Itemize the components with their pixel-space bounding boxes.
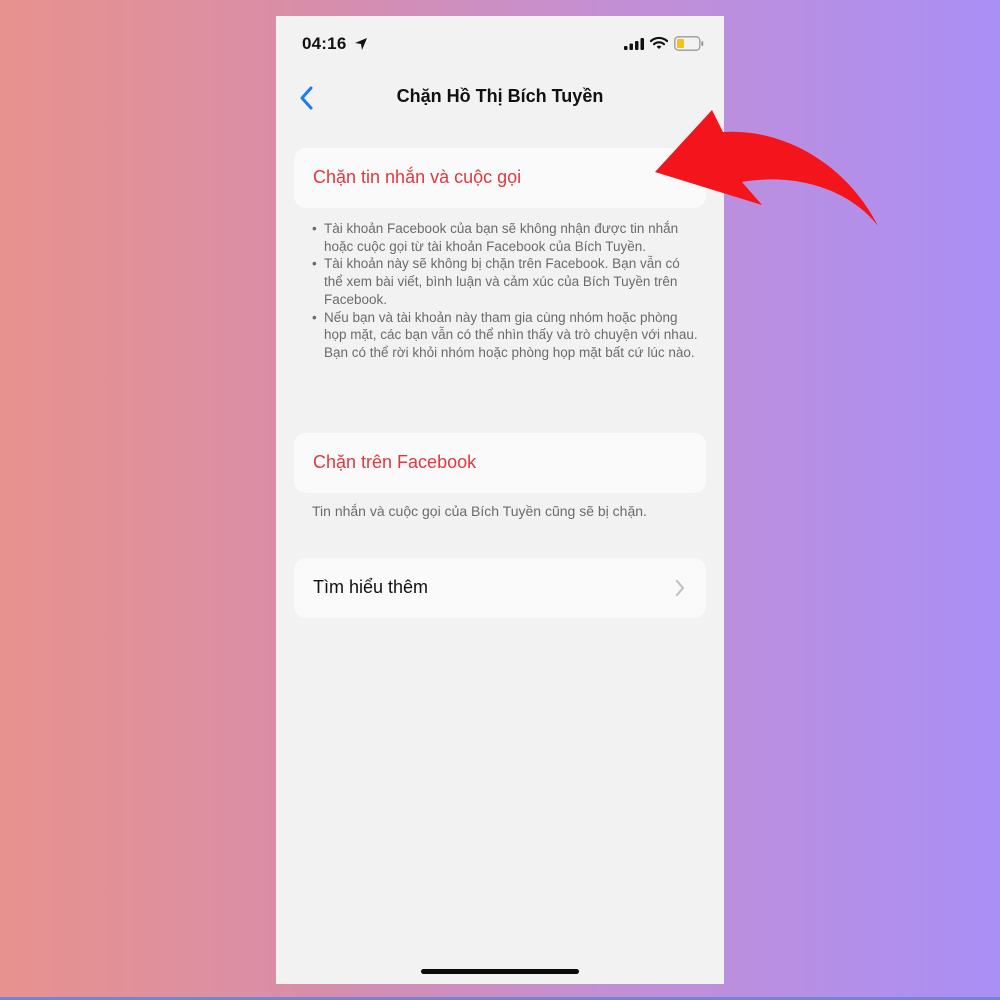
block-messages-calls-label: Chặn tin nhắn và cuộc gọi xyxy=(313,167,522,187)
battery-icon xyxy=(674,36,704,51)
status-time: 04:16 xyxy=(302,34,347,53)
block-on-facebook-note: Tin nhắn và cuộc gọi của Bích Tuyền cũng… xyxy=(312,503,647,519)
block-messages-calls-button[interactable]: Chặn tin nhắn và cuộc gọi xyxy=(294,148,706,208)
block-on-facebook-button[interactable]: Chặn trên Facebook xyxy=(294,433,706,493)
learn-more-label: Tìm hiểu thêm xyxy=(313,577,429,597)
phone-screen: 04:16 Chặn Hồ Thị Bích Tuyền Chặn tin nh… xyxy=(276,16,724,984)
location-arrow-icon xyxy=(355,38,367,50)
chevron-right-icon xyxy=(675,579,685,597)
wifi-icon xyxy=(650,36,668,49)
info-item: Nếu bạn và tài khoản này tham gia cùng n… xyxy=(312,309,702,362)
block-messages-info-list: Tài khoản Facebook của bạn sẽ không nhận… xyxy=(312,220,702,362)
block-on-facebook-label: Chặn trên Facebook xyxy=(313,452,477,472)
info-item: Tài khoản Facebook của bạn sẽ không nhận… xyxy=(312,220,702,255)
home-indicator xyxy=(421,969,579,974)
learn-more-button[interactable]: Tìm hiểu thêm xyxy=(294,558,706,618)
status-bar: 04:16 xyxy=(276,16,724,72)
info-item: Tài khoản này sẽ không bị chặn trên Face… xyxy=(312,255,702,308)
page-title: Chặn Hồ Thị Bích Tuyền xyxy=(396,86,604,106)
navigation-bar: Chặn Hồ Thị Bích Tuyền xyxy=(276,76,724,120)
cellular-signal-icon xyxy=(624,38,644,50)
